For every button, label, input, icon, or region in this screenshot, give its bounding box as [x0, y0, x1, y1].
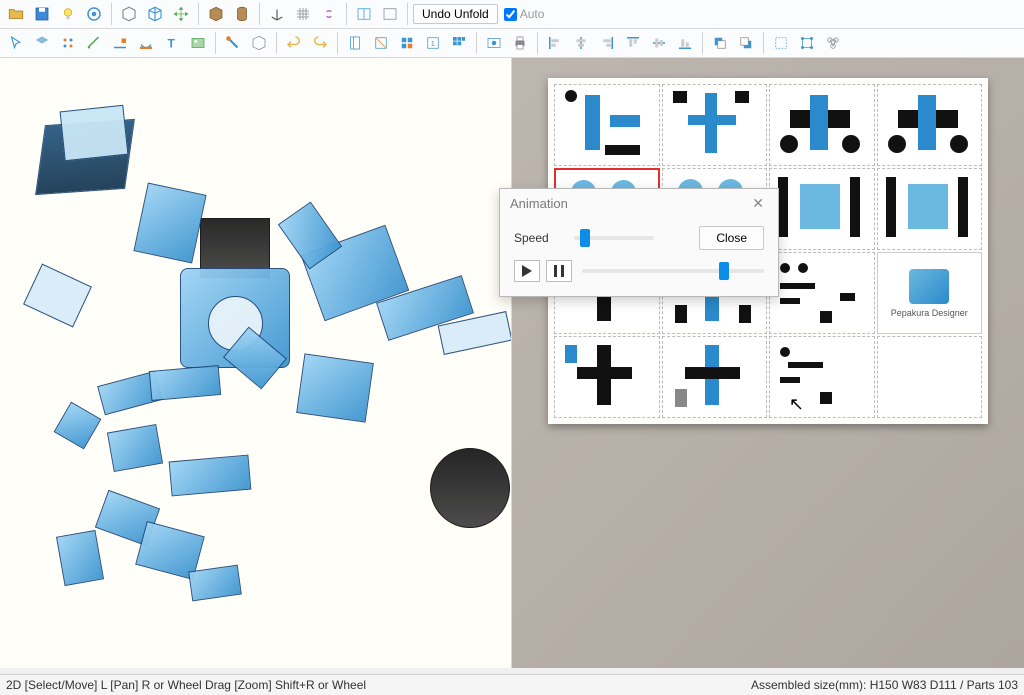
speed-slider[interactable]: [574, 236, 654, 240]
group-icon[interactable]: [821, 31, 845, 55]
undo-icon[interactable]: [282, 31, 306, 55]
line-edit-icon[interactable]: [108, 31, 132, 55]
align-middle-icon[interactable]: [647, 31, 671, 55]
measure-icon[interactable]: [82, 31, 106, 55]
folder-open-icon[interactable]: [4, 2, 28, 26]
page-sheet[interactable]: [769, 84, 875, 166]
save-icon[interactable]: [30, 2, 54, 26]
page-sheet[interactable]: [662, 84, 768, 166]
panel-single-icon[interactable]: [378, 2, 402, 26]
robot-model: [0, 58, 511, 668]
page-sheet[interactable]: [877, 336, 983, 418]
viewport-3d[interactable]: [0, 58, 512, 668]
align-bottom-icon[interactable]: [673, 31, 697, 55]
page-fold-icon[interactable]: [369, 31, 393, 55]
page-grid-icon[interactable]: [395, 31, 419, 55]
align-right-icon[interactable]: [595, 31, 619, 55]
redo-icon[interactable]: [308, 31, 332, 55]
grid-icon[interactable]: [291, 2, 315, 26]
viewport-2d[interactable]: Pepakura Designer ↖: [512, 58, 1024, 668]
grid-all-icon[interactable]: [447, 31, 471, 55]
timeline-slider[interactable]: [582, 269, 764, 273]
select-poly-icon[interactable]: [4, 31, 28, 55]
cube-outline-icon[interactable]: [143, 2, 167, 26]
image-tool-icon[interactable]: [186, 31, 210, 55]
page-sheet[interactable]: [877, 84, 983, 166]
auto-checkbox[interactable]: [504, 8, 517, 21]
vertex-tool-icon[interactable]: [56, 31, 80, 55]
toolbar-edit: T 1: [0, 29, 1024, 58]
auto-label: Auto: [520, 7, 545, 21]
timeline-thumb[interactable]: [719, 262, 729, 280]
page-sheet[interactable]: [769, 252, 875, 334]
layer-back-icon[interactable]: [734, 31, 758, 55]
text-tool-icon[interactable]: T: [160, 31, 184, 55]
paint-icon[interactable]: [221, 31, 245, 55]
page-sheet[interactable]: [877, 168, 983, 250]
page-sheet-logo[interactable]: Pepakura Designer: [877, 252, 983, 334]
texture-icon[interactable]: [82, 2, 106, 26]
svg-text:T: T: [168, 37, 176, 51]
align-center-h-icon[interactable]: [569, 31, 593, 55]
align-left-icon[interactable]: [543, 31, 567, 55]
page-sheet[interactable]: [554, 84, 660, 166]
select-face-icon[interactable]: [30, 31, 54, 55]
move-arrows-icon[interactable]: [169, 2, 193, 26]
speed-thumb[interactable]: [580, 229, 590, 247]
status-left: 2D [Select/Move] L [Pan] R or Wheel Drag…: [6, 678, 366, 692]
page-num-icon[interactable]: 1: [421, 31, 445, 55]
dialog-titlebar[interactable]: Animation ✕: [500, 189, 778, 218]
split-vertical-icon[interactable]: [352, 2, 376, 26]
svg-text:1: 1: [431, 39, 435, 48]
speed-label: Speed: [514, 231, 564, 245]
play-button[interactable]: [514, 260, 540, 282]
bounds-icon[interactable]: [769, 31, 793, 55]
main-split: Pepakura Designer ↖: [0, 58, 1024, 668]
page-sheet[interactable]: [554, 336, 660, 418]
close-icon[interactable]: ✕: [748, 195, 768, 212]
cylinder-icon[interactable]: [230, 2, 254, 26]
layer-front-icon[interactable]: [708, 31, 732, 55]
pause-button[interactable]: [546, 260, 572, 282]
logo-text: Pepakura Designer: [891, 308, 968, 318]
auto-checkbox-wrap[interactable]: Auto: [504, 7, 545, 21]
close-button[interactable]: Close: [699, 226, 764, 250]
lightbulb-icon[interactable]: [56, 2, 80, 26]
fill-color-icon[interactable]: [134, 31, 158, 55]
status-bar: 2D [Select/Move] L [Pan] R or Wheel Drag…: [0, 674, 1024, 695]
page-open-icon[interactable]: [343, 31, 367, 55]
export-img-icon[interactable]: [482, 31, 506, 55]
align-top-icon[interactable]: [621, 31, 645, 55]
axis-icon[interactable]: [265, 2, 289, 26]
page-sheet[interactable]: [769, 336, 875, 418]
page-sheet[interactable]: [769, 168, 875, 250]
page-sheet[interactable]: [662, 336, 768, 418]
cube-wire-icon[interactable]: [247, 31, 271, 55]
3d-box-icon[interactable]: [117, 2, 141, 26]
dialog-title-text: Animation: [510, 196, 568, 211]
link-icon[interactable]: [317, 2, 341, 26]
undo-unfold-button[interactable]: Undo Unfold: [413, 4, 498, 24]
cube-solid-icon[interactable]: [204, 2, 228, 26]
toolbar-main: Undo Unfold Auto: [0, 0, 1024, 29]
status-right: Assembled size(mm): H150 W83 D111 / Part…: [751, 678, 1018, 692]
transform-icon[interactable]: [795, 31, 819, 55]
animation-dialog: Animation ✕ Speed Close: [499, 188, 779, 297]
print-icon[interactable]: [508, 31, 532, 55]
